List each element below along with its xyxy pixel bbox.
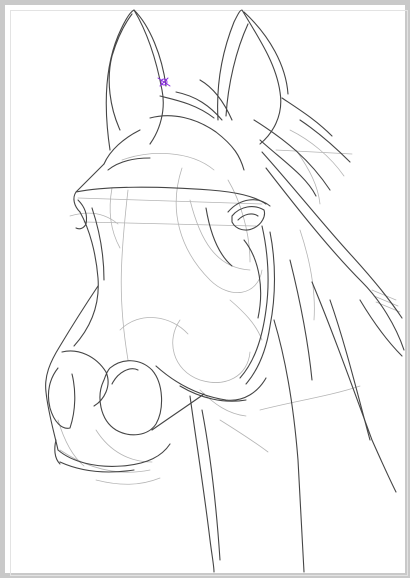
main-strokes bbox=[45, 9, 405, 573]
horse-head-sketch-icon bbox=[45, 9, 405, 573]
pen-cursor-icon bbox=[157, 77, 171, 87]
construction-lines bbox=[57, 129, 401, 485]
drawing-canvas[interactable] bbox=[0, 0, 410, 578]
